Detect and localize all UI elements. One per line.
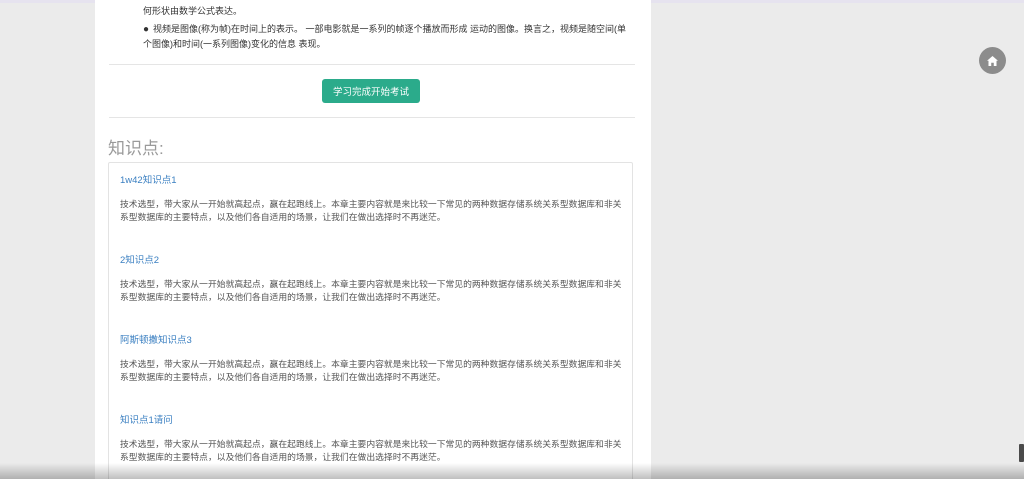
- home-icon: [987, 55, 998, 66]
- knowledge-item-title-link[interactable]: 知识点1请问: [120, 414, 626, 428]
- intro-text-line: 何形状由数学公式表达。: [143, 6, 243, 16]
- knowledge-item-description: 技术选型，带大家从一开始就高起点，赢在起跑线上。本章主要内容就是来比较一下常见的…: [120, 279, 622, 302]
- bullet-icon: ●: [143, 24, 150, 35]
- knowledge-list: 1w42知识点1 技术选型，带大家从一开始就高起点，赢在起跑线上。本章主要内容就…: [108, 162, 633, 479]
- knowledge-section-title: 知识点:: [108, 139, 164, 158]
- knowledge-item: 阿斯顿撒知识点3 技术选型，带大家从一开始就高起点，赢在起跑线上。本章主要内容就…: [120, 334, 626, 384]
- knowledge-item-title-link[interactable]: 阿斯顿撒知识点3: [120, 334, 626, 348]
- knowledge-item-description: 技术选型，带大家从一开始就高起点，赢在起跑线上。本章主要内容就是来比较一下常见的…: [120, 359, 622, 382]
- intro-bullet-paragraph: ● 视频是图像(称为帧)在时间上的表示。 一部电影就是一系列的帧逐个播放而形成 运…: [143, 22, 633, 52]
- main-content: 何形状由数学公式表达。 ● 视频是图像(称为帧)在时间上的表示。 一部电影就是一系…: [95, 0, 651, 479]
- knowledge-item-title-link[interactable]: 2知识点2: [120, 254, 626, 268]
- intro-bullet-text: 视频是图像(称为帧)在时间上的表示。 一部电影就是一系列的帧逐个播放而形成 运动…: [143, 24, 627, 49]
- start-exam-button[interactable]: 学习完成开始考试: [322, 79, 420, 103]
- divider: [109, 117, 635, 118]
- knowledge-item: 2知识点2 技术选型，带大家从一开始就高起点，赢在起跑线上。本章主要内容就是来比…: [120, 254, 626, 304]
- knowledge-item: 知识点1请问 技术选型，带大家从一开始就高起点，赢在起跑线上。本章主要内容就是来…: [120, 414, 626, 464]
- scrollbar-thumb[interactable]: [1019, 444, 1024, 462]
- knowledge-item-title-link[interactable]: 1w42知识点1: [120, 174, 626, 188]
- home-button[interactable]: [979, 47, 1006, 74]
- divider: [109, 64, 635, 65]
- knowledge-item-description: 技术选型，带大家从一开始就高起点，赢在起跑线上。本章主要内容就是来比较一下常见的…: [120, 199, 622, 222]
- knowledge-item: 1w42知识点1 技术选型，带大家从一开始就高起点，赢在起跑线上。本章主要内容就…: [120, 174, 626, 224]
- knowledge-item-description: 技术选型，带大家从一开始就高起点，赢在起跑线上。本章主要内容就是来比较一下常见的…: [120, 439, 622, 462]
